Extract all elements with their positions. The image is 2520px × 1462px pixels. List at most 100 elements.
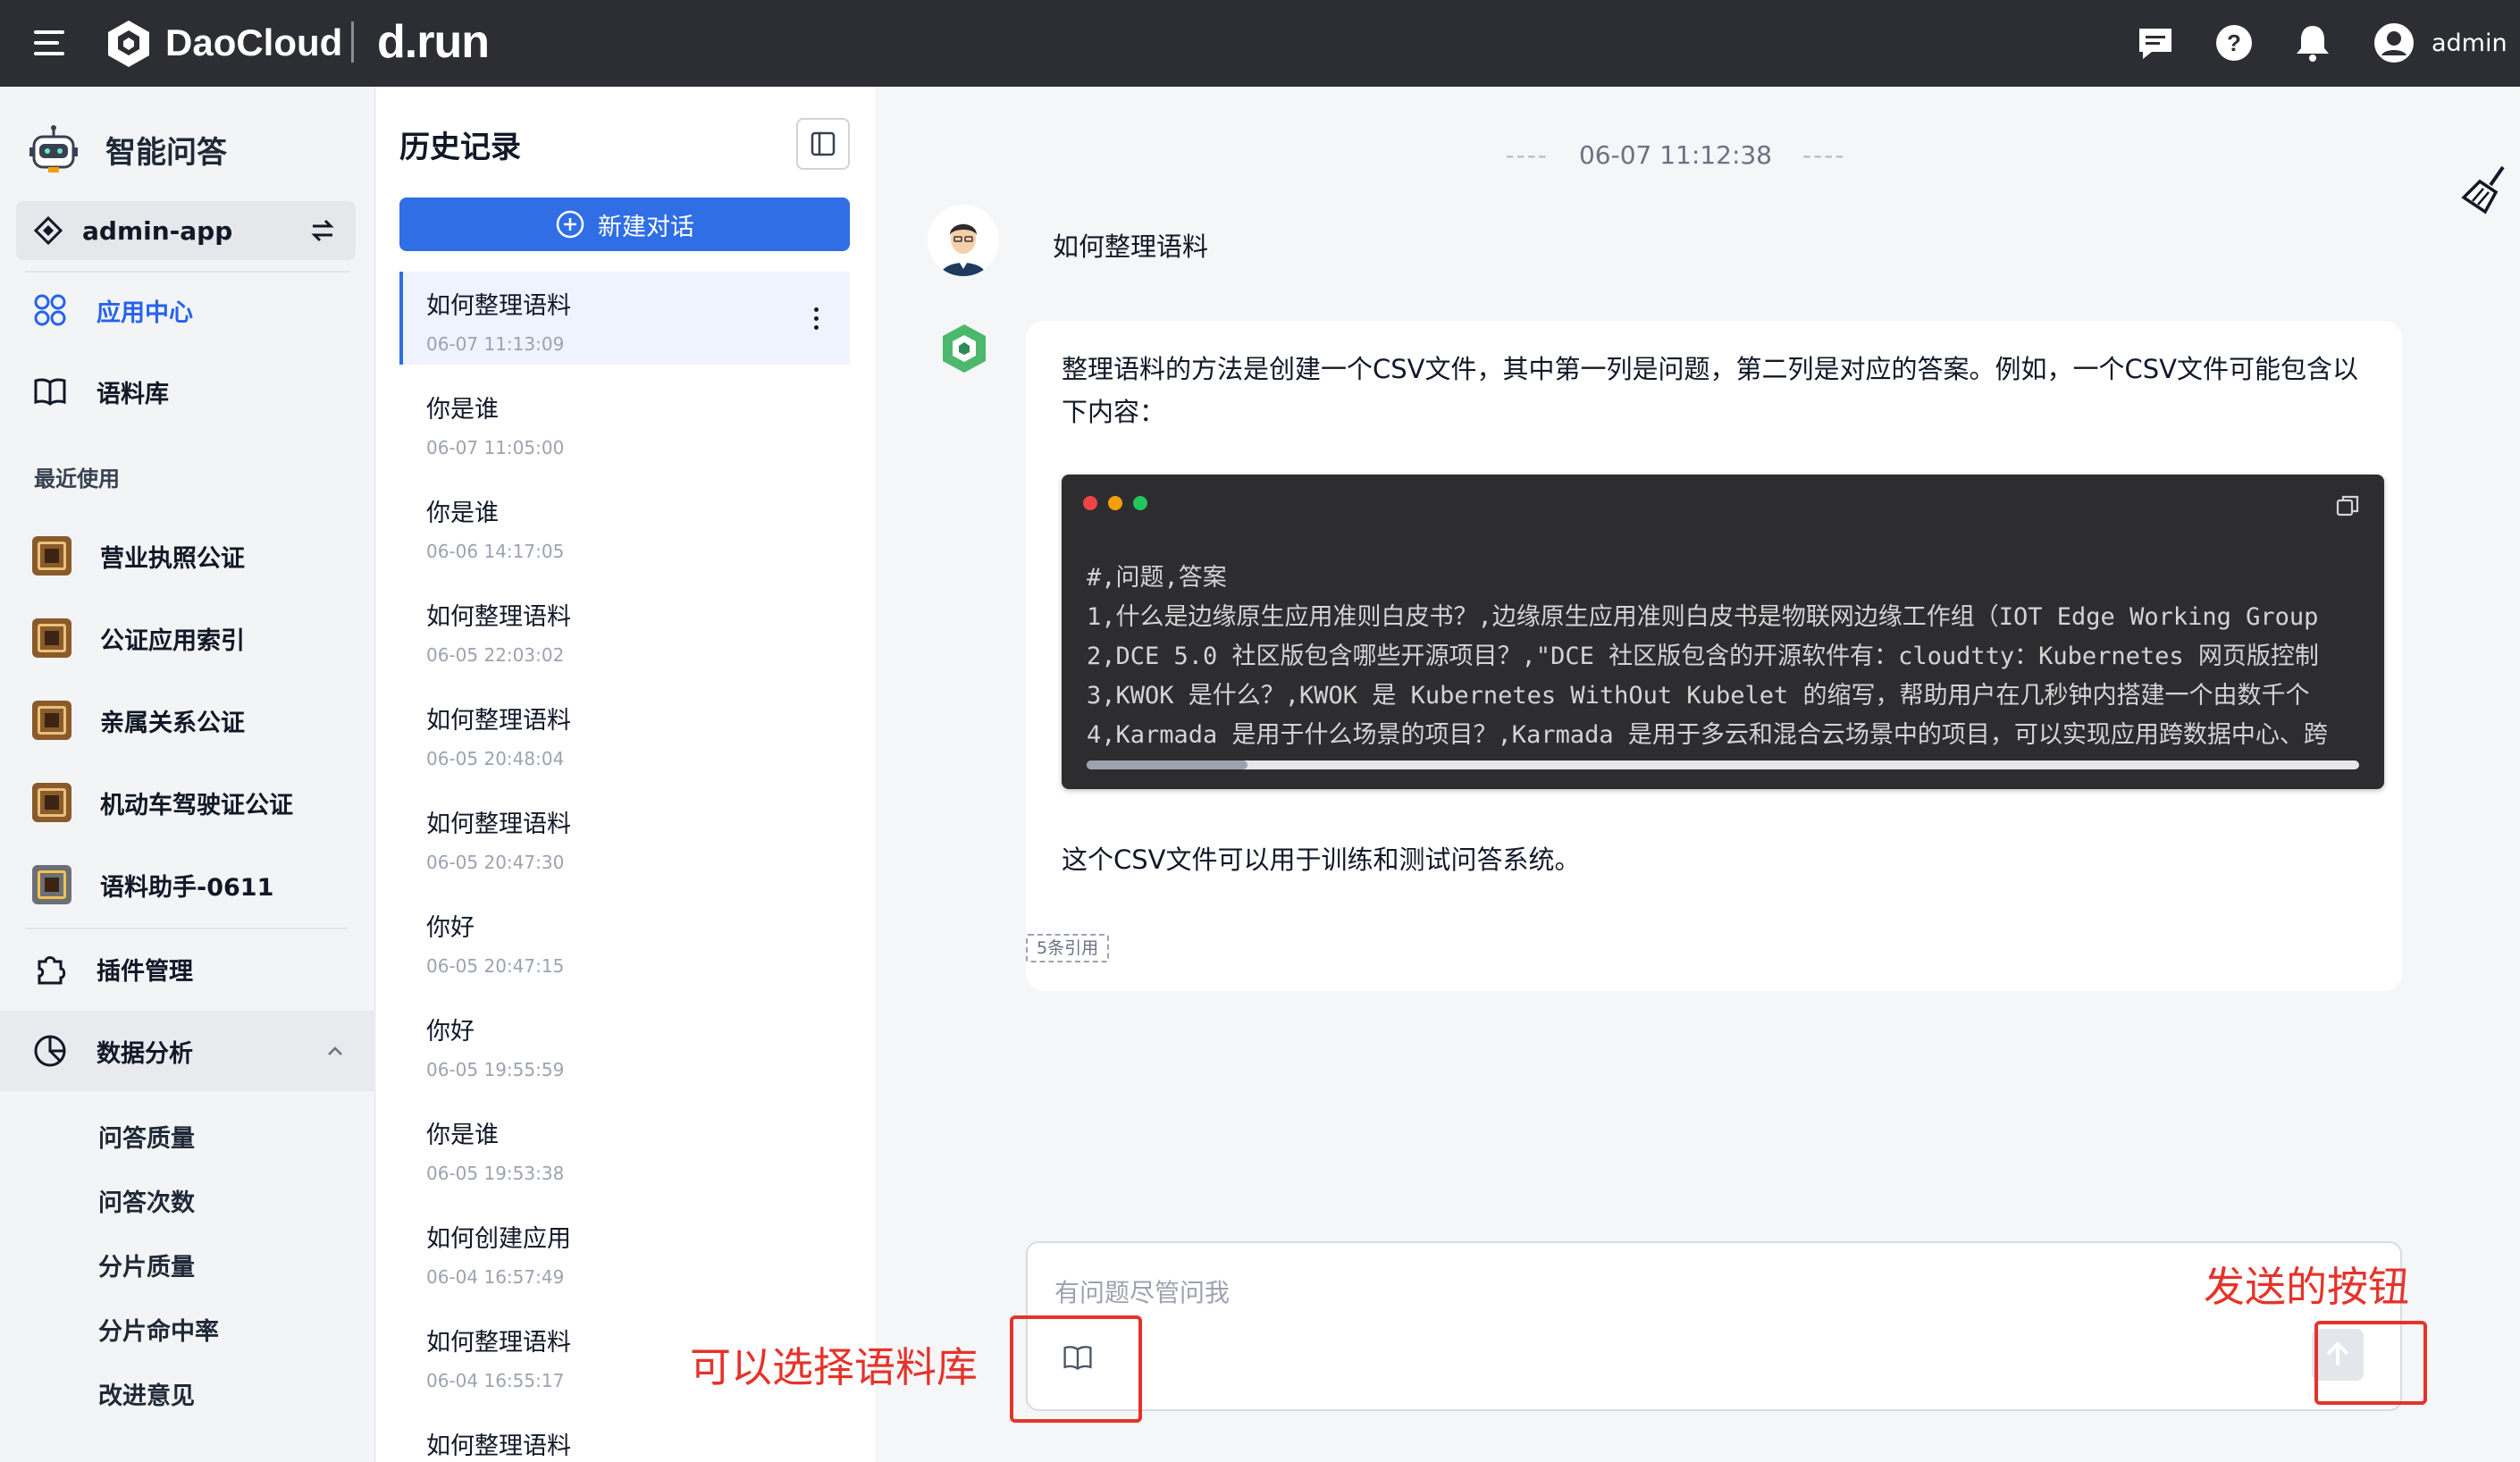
sidebar-header: 智能问答 bbox=[27, 122, 227, 176]
code-line: 2,DCE 5.0 社区版包含哪些开源项目？,"DCE 社区版包含的开源软件有：… bbox=[1087, 643, 2319, 670]
dot-yellow bbox=[1108, 496, 1122, 510]
nav-divider bbox=[25, 271, 350, 273]
code-line: 3,KWOK 是什么？,KWOK 是 Kubernetes WithOut Ku… bbox=[1087, 682, 2310, 710]
history-item-time: 06-04 16:57:49 bbox=[426, 1266, 565, 1288]
daocloud-logo-icon bbox=[108, 21, 149, 67]
collapse-panel-button[interactable] bbox=[796, 118, 850, 170]
book-icon bbox=[34, 378, 66, 406]
chat-timestamp-row: ---- 06-07 11:12:38 ---- bbox=[876, 140, 2475, 170]
history-item-title: 如何整理语料 bbox=[426, 811, 571, 838]
code-line: #,问题,答案 bbox=[1087, 564, 1227, 592]
timestamp-dash: ---- bbox=[1505, 140, 1549, 170]
copy-code-icon[interactable] bbox=[2334, 492, 2361, 519]
user-avatar-icon bbox=[2374, 23, 2414, 63]
recent-item[interactable]: 亲属关系公证 bbox=[0, 685, 375, 756]
recent-item[interactable]: 公证应用索引 bbox=[0, 602, 375, 674]
history-item[interactable]: 如何整理语料 06-05 20:48:04 bbox=[399, 686, 850, 779]
new-chat-button[interactable]: 新建对话 bbox=[399, 197, 850, 251]
sub-item-improvements[interactable]: 改进意见 bbox=[98, 1376, 195, 1411]
left-sidebar: 智能问答 admin-app 应用中心 语料库 最近使用 营业执照公证 公证应用… bbox=[0, 87, 375, 1462]
recent-item[interactable]: 营业执照公证 bbox=[0, 520, 375, 592]
history-item-title: 如何整理语料 bbox=[426, 707, 571, 735]
user-menu[interactable]: admin bbox=[2373, 18, 2507, 68]
nav-label: 应用中心 bbox=[97, 298, 193, 327]
history-item[interactable]: 如何整理语料 06-07 11:13:09 bbox=[399, 272, 850, 365]
nav-item-app-center[interactable]: 应用中心 bbox=[0, 274, 375, 346]
svg-text:?: ? bbox=[2227, 29, 2241, 56]
plus-circle-icon bbox=[556, 210, 584, 239]
code-line: 4,Karmada 是用于什么场景的项目？,Karmada 是用于多云和混合云场… bbox=[1087, 721, 2328, 749]
product-name[interactable]: d.run bbox=[377, 13, 490, 71]
dot-green bbox=[1133, 496, 1147, 510]
recent-item[interactable]: 语料助手-0611 bbox=[0, 849, 375, 920]
sub-item-qa-count[interactable]: 问答次数 bbox=[98, 1183, 195, 1218]
history-item-title: 你是谁 bbox=[426, 1122, 499, 1149]
window-dots bbox=[1083, 496, 1147, 510]
history-item[interactable]: 你是谁 06-07 11:05:00 bbox=[399, 375, 850, 468]
recent-label: 语料助手-0611 bbox=[100, 873, 274, 902]
help-icon[interactable]: ? bbox=[2213, 21, 2255, 64]
history-item-time: 06-05 20:48:04 bbox=[426, 748, 565, 769]
app-thumbnail-icon bbox=[32, 701, 71, 740]
nav-item-corpus[interactable]: 语料库 bbox=[0, 356, 375, 427]
menu-icon[interactable] bbox=[34, 30, 64, 55]
app-thumbnail-icon bbox=[32, 618, 71, 658]
history-item-title: 如何创建应用 bbox=[426, 1225, 571, 1253]
code-horizontal-scrollbar[interactable] bbox=[1087, 760, 2359, 769]
annotation-box-corpus bbox=[1010, 1315, 1142, 1423]
app-thumbnail-icon bbox=[32, 783, 71, 822]
app-thumbnail-icon bbox=[32, 865, 71, 904]
bot-logo-icon bbox=[943, 324, 986, 373]
app-diamond-icon bbox=[34, 216, 63, 245]
history-item-time: 06-05 20:47:30 bbox=[426, 852, 565, 873]
history-item[interactable]: 如何创建应用 06-04 16:57:49 bbox=[399, 1205, 850, 1298]
chat-input-box[interactable]: 有问题尽管问我 bbox=[1026, 1241, 2402, 1411]
sub-item-chunk-quality[interactable]: 分片质量 bbox=[98, 1248, 195, 1282]
recent-item[interactable]: 机动车驾驶证公证 bbox=[0, 767, 375, 838]
nav-item-analytics[interactable]: 数据分析 bbox=[0, 1011, 375, 1091]
new-chat-label: 新建对话 bbox=[598, 213, 694, 241]
history-item-time: 06-05 22:03:02 bbox=[426, 644, 565, 666]
pie-chart-icon bbox=[34, 1035, 66, 1067]
history-item-time: 06-05 19:55:59 bbox=[426, 1059, 565, 1080]
history-item[interactable]: 如何整理语料 06-05 22:03:02 bbox=[399, 583, 850, 676]
recent-label: 机动车驾驶证公证 bbox=[100, 791, 293, 819]
history-item[interactable]: 如何整理语料 bbox=[399, 1412, 850, 1462]
history-item-time: 06-06 14:17:05 bbox=[426, 541, 565, 562]
answer-outro: 这个CSV文件可以用于训练和测试问答系统。 bbox=[1062, 844, 1581, 875]
clear-chat-broom-icon[interactable] bbox=[2460, 162, 2516, 217]
brand-name: DaoCloud bbox=[165, 21, 343, 63]
top-bar: DaoCloud d.run ? admin bbox=[0, 0, 2520, 87]
citations-badge[interactable]: 5条引用 bbox=[1026, 934, 1110, 962]
answer-intro: 整理语料的方法是创建一个CSV文件，其中第一列是问题，第二列是对应的答案。例如，… bbox=[1062, 354, 2358, 427]
nav-item-plugins[interactable]: 插件管理 bbox=[0, 933, 375, 1004]
chat-timestamp: 06-07 11:12:38 bbox=[1578, 140, 1772, 170]
dot-red bbox=[1083, 496, 1097, 510]
history-panel: 历史记录 新建对话 如何整理语料 06-07 11:13:09 你是谁 06-0… bbox=[376, 87, 875, 1462]
scroll-thumb[interactable] bbox=[1087, 760, 1247, 769]
history-item-title: 你是谁 bbox=[426, 396, 499, 424]
history-item[interactable]: 你是谁 06-05 19:53:38 bbox=[399, 1101, 850, 1194]
apps-grid-icon bbox=[34, 294, 66, 326]
history-item[interactable]: 你好 06-05 19:55:59 bbox=[399, 997, 850, 1090]
switch-icon[interactable] bbox=[307, 215, 338, 246]
nav-label: 数据分析 bbox=[97, 1039, 193, 1068]
history-item-time: 06-07 11:05:00 bbox=[426, 437, 565, 458]
sub-item-chunk-hit-rate[interactable]: 分片命中率 bbox=[98, 1312, 219, 1347]
history-item[interactable]: 你好 06-05 20:47:15 bbox=[399, 894, 850, 987]
chat-input-placeholder[interactable]: 有问题尽管问我 bbox=[1054, 1273, 1230, 1309]
chevron-up-icon[interactable] bbox=[325, 1041, 345, 1061]
bell-icon[interactable] bbox=[2291, 21, 2334, 64]
history-item[interactable]: 你是谁 06-06 14:17:05 bbox=[399, 479, 850, 572]
annotation-text-corpus: 可以选择语料库 bbox=[690, 1343, 978, 1391]
more-vertical-icon[interactable] bbox=[814, 307, 819, 331]
history-item[interactable]: 如何整理语料 06-05 20:47:30 bbox=[399, 790, 850, 883]
history-item-title: 如何整理语料 bbox=[426, 292, 571, 320]
nav-label: 插件管理 bbox=[97, 957, 193, 986]
sub-item-qa-quality[interactable]: 问答质量 bbox=[98, 1119, 195, 1154]
history-item-title: 如何整理语料 bbox=[426, 603, 571, 631]
message-icon[interactable] bbox=[2134, 21, 2177, 64]
user-name: admin bbox=[2432, 29, 2507, 57]
app-switcher[interactable]: admin-app bbox=[16, 201, 356, 260]
nav-divider bbox=[25, 928, 347, 929]
